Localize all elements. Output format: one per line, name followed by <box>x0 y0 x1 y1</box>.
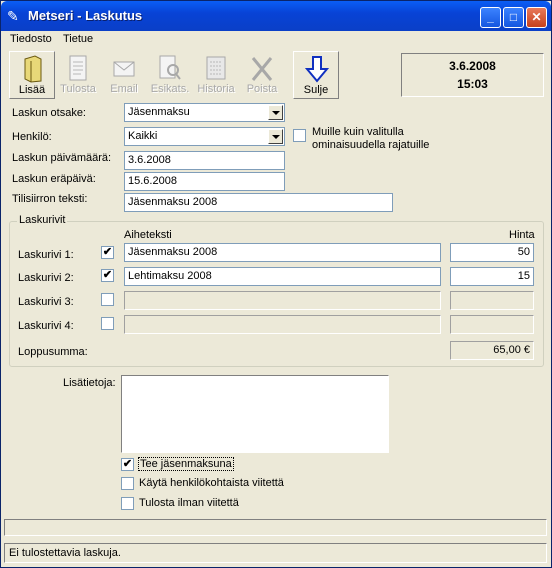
magnifier-icon <box>159 55 181 80</box>
exit-button[interactable]: Sulje <box>293 51 339 99</box>
opt-no-ref-checkbox[interactable] <box>121 497 134 510</box>
restrict-checkbox[interactable] <box>293 129 306 142</box>
app-icon: ✎ <box>7 8 19 24</box>
opt-membership-label: Tee jäsenmaksuna <box>138 457 234 471</box>
info-label: Lisätietoja: <box>63 377 116 389</box>
row1-label: Laskurivi 1: <box>18 249 74 261</box>
email-icon <box>113 61 135 77</box>
menu-bar: Tiedosto Tietue <box>1 31 551 49</box>
clock-panel: 3.6.2008 15:03 <box>401 53 544 97</box>
row2-label: Laskurivi 2: <box>18 272 74 284</box>
chevron-down-icon[interactable] <box>268 129 283 144</box>
add-button[interactable]: Lisää <box>9 51 55 99</box>
menu-file[interactable]: Tiedosto <box>10 33 52 45</box>
person-label: Henkilö: <box>12 131 52 143</box>
progress-bar <box>4 519 547 536</box>
history-icon <box>206 56 226 80</box>
person-select[interactable]: Kaikki <box>124 127 285 146</box>
header-label: Laskun otsake: <box>12 107 86 119</box>
title-bar[interactable]: ✎ Metseri - Laskutus _ □ ✕ <box>1 1 551 31</box>
row4-subject-input[interactable] <box>124 315 441 334</box>
clock-time: 15:03 <box>457 77 488 91</box>
row3-price-input[interactable] <box>450 291 534 310</box>
email-button[interactable]: Email <box>101 51 147 99</box>
due-input[interactable]: 15.6.2008 <box>124 172 285 191</box>
print-button[interactable]: Tulosta <box>55 51 101 99</box>
app-window: ✎ Metseri - Laskutus _ □ ✕ Tiedosto Tiet… <box>0 0 552 568</box>
transfer-input[interactable]: Jäsenmaksu 2008 <box>124 193 393 212</box>
price-column-header: Hinta <box>509 229 535 241</box>
transfer-label: Tilisiirron teksti: <box>12 193 88 205</box>
row1-subject-input[interactable]: Jäsenmaksu 2008 <box>124 243 441 262</box>
row2-price-input[interactable]: 15 <box>450 267 534 286</box>
row4-price-input[interactable] <box>450 315 534 334</box>
clock-date: 3.6.2008 <box>449 59 496 73</box>
row1-price-input[interactable]: 50 <box>450 243 534 262</box>
window-title: Metseri - Laskutus <box>28 8 143 23</box>
maximize-button[interactable]: □ <box>503 7 524 28</box>
subject-column-header: Aiheteksti <box>124 229 172 241</box>
date-label: Laskun päivämäärä: <box>12 152 112 164</box>
chevron-down-icon[interactable] <box>268 105 283 120</box>
opt-no-ref-label: Tulosta ilman viitettä <box>139 497 239 509</box>
opt-personal-ref-checkbox[interactable] <box>121 477 134 490</box>
document-icon <box>69 55 87 81</box>
restrict-label: Muille kuin valitulla ominaisuudella raj… <box>312 126 430 151</box>
opt-personal-ref-label: Käytä henkilökohtaista viitettä <box>139 477 284 489</box>
total-value: 65,00 € <box>450 341 534 360</box>
status-bar: Ei tulostettavia laskuja. <box>4 543 547 563</box>
delete-button[interactable]: Poista <box>239 51 285 99</box>
info-textarea[interactable] <box>121 375 389 453</box>
down-arrow-icon <box>305 56 329 83</box>
history-button[interactable]: Historia <box>193 51 239 99</box>
minimize-button[interactable]: _ <box>480 7 501 28</box>
status-text: Ei tulostettavia laskuja. <box>9 547 121 559</box>
delete-x-icon <box>251 57 273 81</box>
row3-label: Laskurivi 3: <box>18 296 74 308</box>
row3-subject-input[interactable] <box>124 291 441 310</box>
row4-checkbox[interactable] <box>101 317 114 330</box>
menu-data[interactable]: Tietue <box>63 33 93 45</box>
due-label: Laskun eräpäivä: <box>12 173 96 185</box>
book-icon <box>24 55 42 83</box>
row2-checkbox[interactable]: ✔ <box>101 269 114 282</box>
header-select[interactable]: Jäsenmaksu <box>124 103 285 122</box>
preview-button[interactable]: Esikats. <box>147 51 193 99</box>
total-label: Loppusumma: <box>18 346 88 358</box>
invoice-rows-title: Laskurivit <box>17 214 68 226</box>
row4-label: Laskurivi 4: <box>18 320 74 332</box>
date-input[interactable]: 3.6.2008 <box>124 151 285 170</box>
close-button[interactable]: ✕ <box>526 7 547 28</box>
row1-checkbox[interactable]: ✔ <box>101 246 114 259</box>
row2-subject-input[interactable]: Lehtimaksu 2008 <box>124 267 441 286</box>
row3-checkbox[interactable] <box>101 293 114 306</box>
opt-membership-checkbox[interactable]: ✔ <box>121 458 134 471</box>
